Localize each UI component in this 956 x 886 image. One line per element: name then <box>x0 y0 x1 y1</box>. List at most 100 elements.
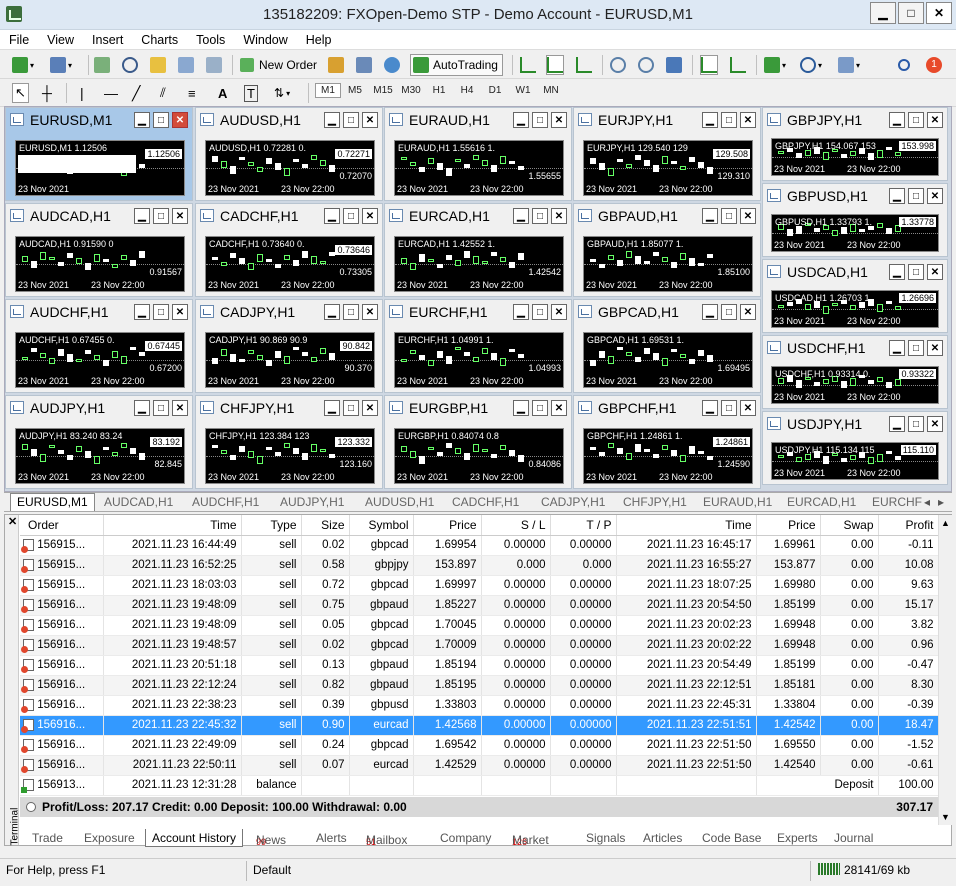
menu-view[interactable]: View <box>38 30 83 47</box>
chart-close-button[interactable]: ✕ <box>740 304 756 320</box>
chart-window-audusd-h1[interactable]: AUDUSD,H1 ▁ □ ✕ AUDUSD,H1 0.72281 0. 0.72271 0… <box>195 107 383 201</box>
chart-canvas[interactable]: EURCHF,H1 1.04991 1. 1.04993 23 Nov 2021 23… <box>394 332 564 388</box>
auto-scroll-button[interactable] <box>700 55 718 75</box>
table-row[interactable]: 156916... 2021.11.23 22:38:23 sell 0.39 gbpu… <box>20 695 939 716</box>
chart-maximize-button[interactable]: □ <box>532 112 548 128</box>
templates-button[interactable]: ▾ <box>838 55 860 75</box>
chart-maximize-button[interactable]: □ <box>153 400 169 416</box>
zoom-out-button[interactable] <box>638 55 654 75</box>
chart-minimize-button[interactable]: ▁ <box>889 264 905 280</box>
chart-maximize-button[interactable]: □ <box>721 112 737 128</box>
chart-close-button[interactable]: ✕ <box>362 112 378 128</box>
chart-tab-chfjpy-h1[interactable]: CHFJPY,H1 <box>623 495 687 509</box>
chart-header[interactable]: EURUSD,M1 ▁ □ ✕ <box>6 108 192 132</box>
terminal-button[interactable] <box>178 55 194 75</box>
chart-window-cadjpy-h1[interactable]: CADJPY,H1 ▁ □ ✕ CADJPY,H1 90.869 90.9 90.842 9… <box>195 299 383 393</box>
table-row[interactable]: 156916... 2021.11.23 19:48:57 sell 0.02 gbpc… <box>20 635 939 656</box>
periods-button[interactable]: ▾ <box>800 55 822 75</box>
chart-canvas[interactable]: CADCHF,H1 0.73640 0. 0.73646 0.73305 23 Nov… <box>205 236 375 292</box>
chart-canvas[interactable]: AUDUSD,H1 0.72281 0. 0.72271 0.72070 23 Nov… <box>205 140 375 196</box>
col-profit[interactable]: Profit <box>878 515 939 536</box>
text-tool[interactable]: A <box>218 83 227 103</box>
chart-canvas[interactable]: AUDCAD,H1 0.91590 0 0.91567 23 Nov 2021 23 … <box>15 236 185 292</box>
chart-maximize-button[interactable]: □ <box>343 304 359 320</box>
table-row[interactable]: 156915... 2021.11.23 18:03:03 sell 0.72 gbpc… <box>20 575 939 596</box>
chart-window-audchf-h1[interactable]: AUDCHF,H1 ▁ □ ✕ AUDCHF,H1 0.67455 0. 0.67445 0… <box>5 299 193 393</box>
strategy-tester-button[interactable] <box>206 55 222 75</box>
trendline-tool[interactable]: ╱ <box>132 83 140 103</box>
chart-header[interactable]: CADJPY,H1 ▁ □ ✕ <box>196 300 382 324</box>
chart-tab-audchf-h1[interactable]: AUDCHF,H1 <box>192 495 259 509</box>
chart-tab-audusd-h1[interactable]: AUDUSD,H1 <box>365 495 434 509</box>
arrows-tool[interactable]: ⇅ ▾ <box>274 83 290 103</box>
chart-canvas[interactable]: AUDCHF,H1 0.67455 0. 0.67445 0.67200 23 Nov… <box>15 332 185 388</box>
chart-minimize-button[interactable]: ▁ <box>513 304 529 320</box>
line-chart-button[interactable] <box>576 55 592 75</box>
chart-header[interactable]: USDJPY,H1 ▁ □ ✕ <box>763 412 947 436</box>
menu-file[interactable]: File <box>0 30 38 47</box>
timeframe-m5[interactable]: M5 <box>342 85 368 96</box>
chart-canvas[interactable]: EURJPY,H1 129.540 129 129.508 129.310 23 No… <box>583 140 753 196</box>
chart-header[interactable]: USDCAD,H1 ▁ □ ✕ <box>763 260 947 284</box>
chart-minimize-button[interactable]: ▁ <box>702 112 718 128</box>
chart-window-usdchf-h1[interactable]: USDCHF,H1 ▁ □ ✕ USDCHF,H1 0.93314 0. 0.93322 2… <box>762 335 948 409</box>
tabs-scroll-right[interactable]: ▸ <box>938 495 944 509</box>
chart-close-button[interactable]: ✕ <box>551 208 567 224</box>
col-size[interactable]: Size <box>301 515 350 536</box>
chart-tab-cadchf-h1[interactable]: CADCHF,H1 <box>452 495 519 509</box>
chart-window-usdcad-h1[interactable]: USDCAD,H1 ▁ □ ✕ USDCAD,H1 1.26703 1. 1.26696 2… <box>762 259 948 333</box>
new-order-button[interactable]: New Order <box>240 55 317 75</box>
chart-header[interactable]: AUDUSD,H1 ▁ □ ✕ <box>196 108 382 132</box>
chart-close-button[interactable]: ✕ <box>740 400 756 416</box>
minimize-button[interactable]: ▁ <box>870 2 896 24</box>
chart-window-chfjpy-h1[interactable]: CHFJPY,H1 ▁ □ ✕ CHFJPY,H1 123.384 123 123.332… <box>195 395 383 489</box>
chart-close-button[interactable]: ✕ <box>927 416 943 432</box>
chart-minimize-button[interactable]: ▁ <box>324 304 340 320</box>
chart-minimize-button[interactable]: ▁ <box>889 188 905 204</box>
chart-tab-cadjpy-h1[interactable]: CADJPY,H1 <box>541 495 605 509</box>
menu-insert[interactable]: Insert <box>83 30 132 47</box>
col-close-time[interactable]: Time <box>616 515 757 536</box>
chart-maximize-button[interactable]: □ <box>532 304 548 320</box>
chart-maximize-button[interactable]: □ <box>721 304 737 320</box>
maximize-button[interactable]: □ <box>898 2 924 24</box>
tab-news[interactable]: News 99 <box>256 831 286 847</box>
col-swap[interactable]: Swap <box>820 515 879 536</box>
chart-close-button[interactable]: ✕ <box>740 112 756 128</box>
chart-maximize-button[interactable]: □ <box>343 112 359 128</box>
chart-window-gbpusd-h1[interactable]: GBPUSD,H1 ▁ □ ✕ GBPUSD,H1 1.33793 1. 1.33778 2… <box>762 183 948 257</box>
chart-header[interactable]: USDCHF,H1 ▁ □ ✕ <box>763 336 947 360</box>
notifications-button[interactable]: 1 <box>926 55 942 75</box>
chart-canvas[interactable]: EURGBP,H1 0.84074 0.8 0.84086 23 Nov 2021 2… <box>394 428 564 484</box>
chart-close-button[interactable]: ✕ <box>172 208 188 224</box>
chart-close-button[interactable]: ✕ <box>172 304 188 320</box>
tab-journal[interactable]: Journal <box>834 831 873 845</box>
chart-tab-audcad-h1[interactable]: AUDCAD,H1 <box>104 495 173 509</box>
fibonacci-tool[interactable]: ≡ <box>188 83 196 103</box>
chart-minimize-button[interactable]: ▁ <box>702 304 718 320</box>
chart-header[interactable]: GBPAUD,H1 ▁ □ ✕ <box>574 204 760 228</box>
tab-code-base[interactable]: Code Base <box>702 831 761 845</box>
tab-alerts[interactable]: Alerts <box>316 831 347 845</box>
chart-tab-euraud-h1[interactable]: EURAUD,H1 <box>703 495 772 509</box>
chart-window-eurjpy-h1[interactable]: EURJPY,H1 ▁ □ ✕ EURJPY,H1 129.540 129 129.508… <box>573 107 761 201</box>
chart-maximize-button[interactable]: □ <box>343 400 359 416</box>
chart-maximize-button[interactable]: □ <box>908 112 924 128</box>
table-row[interactable]: 156916... 2021.11.23 19:48:09 sell 0.05 gbpc… <box>20 615 939 636</box>
new-chart-button[interactable]: ▾ <box>12 55 34 75</box>
table-row[interactable]: 156916... 2021.11.23 19:48:09 sell 0.75 gbpa… <box>20 595 939 616</box>
col-tp[interactable]: T / P <box>550 515 617 536</box>
chart-close-button[interactable]: ✕ <box>927 188 943 204</box>
timeframe-w1[interactable]: W1 <box>510 85 536 96</box>
col-close-price[interactable]: Price <box>756 515 821 536</box>
chart-window-eurgbp-h1[interactable]: EURGBP,H1 ▁ □ ✕ EURGBP,H1 0.84074 0.8 0.84086… <box>384 395 572 489</box>
chart-close-button[interactable]: ✕ <box>362 400 378 416</box>
chart-canvas[interactable]: USDJPY,H1 115.134 115 115.110 23 Nov 2021 2… <box>771 442 939 480</box>
chart-header[interactable]: AUDCAD,H1 ▁ □ ✕ <box>6 204 192 228</box>
tile-windows-button[interactable] <box>666 55 682 75</box>
chart-canvas[interactable]: CHFJPY,H1 123.384 123 123.332 123.160 23 No… <box>205 428 375 484</box>
chart-window-eurchf-h1[interactable]: EURCHF,H1 ▁ □ ✕ EURCHF,H1 1.04991 1. 1.04993 2… <box>384 299 572 393</box>
cursor-tool[interactable]: ↖ <box>12 83 29 103</box>
chart-maximize-button[interactable]: □ <box>532 400 548 416</box>
chart-tab-eurcad-h1[interactable]: EURCAD,H1 <box>787 495 856 509</box>
